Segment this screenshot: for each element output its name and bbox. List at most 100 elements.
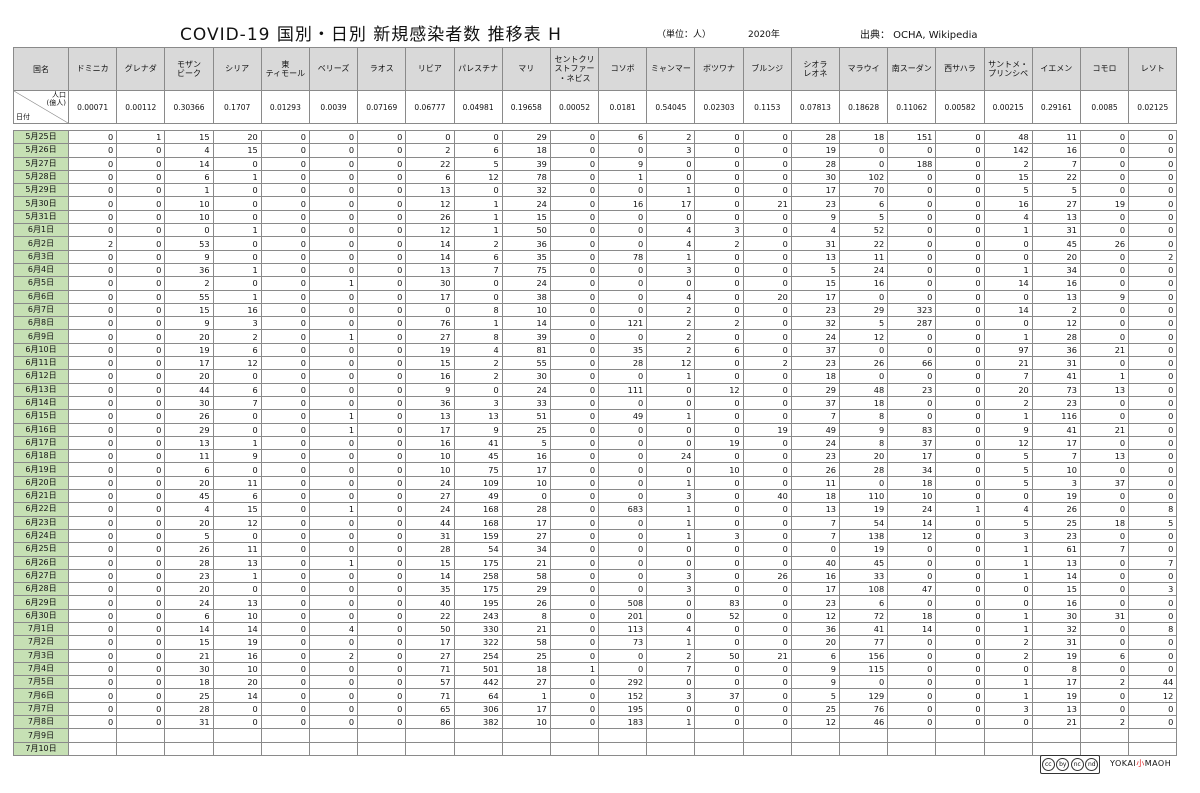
case-count-cell: 0 bbox=[67, 289, 118, 304]
case-count-cell: 0 bbox=[549, 356, 600, 371]
case-count-cell: 16 bbox=[1031, 143, 1081, 158]
case-count-cell: 53 bbox=[164, 236, 214, 251]
case-count-cell: 1 bbox=[453, 223, 503, 238]
case-count-cell: 0 bbox=[1128, 435, 1178, 451]
case-count-cell: 1 bbox=[549, 661, 600, 677]
case-count-cell: 0 bbox=[357, 528, 407, 544]
case-count-cell: 13 bbox=[1079, 382, 1130, 397]
case-count-cell bbox=[935, 728, 985, 743]
case-count-cell: 17 bbox=[501, 701, 551, 717]
case-count-cell: 25 bbox=[501, 648, 551, 663]
table-row: 6月15日 0 0 26 0 0 1 0 13 13 51 0 49 1 0 0 7 8 0 0 1 116 0 0 bbox=[13, 409, 1178, 424]
country-name-header: イエメン bbox=[1031, 47, 1081, 91]
case-count-cell: 7 bbox=[983, 369, 1033, 384]
case-count-cell: 21 bbox=[1031, 715, 1081, 730]
spacer-cell bbox=[743, 123, 792, 131]
date-cell: 5月26日 bbox=[13, 143, 69, 158]
case-count-cell: 33 bbox=[501, 395, 551, 411]
case-count-cell: 3 bbox=[212, 316, 262, 331]
case-count-cell: 4 bbox=[646, 236, 696, 251]
case-count-cell: 0 bbox=[598, 475, 648, 491]
case-count-cell: 0 bbox=[357, 449, 407, 464]
case-count-cell: 0 bbox=[1128, 342, 1178, 358]
case-count-cell: 152 bbox=[598, 688, 648, 703]
case-count-cell: 52 bbox=[838, 223, 889, 238]
case-count-cell: 0 bbox=[357, 236, 407, 251]
case-count-cell: 0 bbox=[260, 608, 310, 623]
case-count-cell: 0 bbox=[1079, 129, 1130, 145]
case-count-cell: 0 bbox=[694, 302, 744, 318]
case-count-cell: 0 bbox=[357, 502, 407, 517]
case-count-cell bbox=[549, 741, 600, 756]
case-count-cell: 0 bbox=[598, 262, 648, 278]
spacer-cell bbox=[984, 123, 1033, 131]
case-count-cell: 0 bbox=[260, 302, 310, 318]
case-count-cell: 17 bbox=[501, 515, 551, 530]
case-count-cell: 0 bbox=[1128, 528, 1178, 544]
case-count-cell: 1 bbox=[1079, 369, 1130, 384]
case-count-cell: 0 bbox=[742, 236, 792, 251]
case-count-cell: 19 bbox=[212, 635, 262, 650]
case-count-cell: 22 bbox=[838, 236, 889, 251]
case-count-cell: 2 bbox=[983, 395, 1033, 411]
date-header: 日付 bbox=[16, 113, 30, 121]
case-count-cell: 0 bbox=[887, 648, 937, 663]
case-count-cell: 1 bbox=[983, 262, 1033, 278]
case-count-cell bbox=[67, 741, 118, 756]
case-count-cell: 10 bbox=[501, 475, 551, 491]
case-count-cell: 0 bbox=[935, 675, 985, 690]
case-count-cell: 2 bbox=[646, 129, 696, 145]
case-count-cell: 1 bbox=[646, 183, 696, 198]
case-count-cell: 36 bbox=[164, 262, 214, 278]
date-cell: 6月7日 bbox=[13, 302, 69, 318]
country-name-header: 南スーダン bbox=[887, 47, 937, 91]
case-count-cell: 292 bbox=[598, 675, 648, 690]
case-count-cell: 1 bbox=[164, 183, 214, 198]
case-count-cell: 0 bbox=[260, 595, 310, 610]
case-count-cell: 0 bbox=[1079, 595, 1130, 610]
case-count-cell: 0 bbox=[357, 462, 407, 477]
country-name-header: レソト bbox=[1128, 47, 1178, 91]
case-count-cell: 0 bbox=[742, 183, 792, 198]
case-count-cell: 16 bbox=[598, 196, 648, 211]
case-count-cell bbox=[308, 741, 359, 756]
case-count-cell: 8 bbox=[1128, 621, 1178, 637]
case-count-cell: 0 bbox=[549, 568, 600, 584]
case-count-cell: 8 bbox=[501, 608, 551, 623]
case-count-cell: 15 bbox=[405, 555, 455, 570]
case-count-cell: 0 bbox=[1079, 156, 1130, 171]
case-count-cell: 0 bbox=[116, 435, 166, 451]
case-count-cell: 0 bbox=[357, 169, 407, 185]
case-count-cell: 7 bbox=[1079, 542, 1130, 557]
date-cell: 6月8日 bbox=[13, 316, 69, 331]
case-count-cell: 0 bbox=[887, 223, 937, 238]
case-count-cell: 0 bbox=[260, 369, 310, 384]
date-cell: 5月30日 bbox=[13, 196, 69, 211]
case-count-cell: 27 bbox=[501, 675, 551, 690]
case-count-cell: 1 bbox=[646, 249, 696, 264]
case-count-cell: 0 bbox=[116, 715, 166, 730]
case-count-cell: 11 bbox=[1031, 129, 1081, 145]
case-count-cell: 16 bbox=[838, 276, 889, 291]
case-count-cell: 97 bbox=[983, 342, 1033, 358]
case-count-cell: 17 bbox=[405, 635, 455, 650]
case-count-cell: 0 bbox=[1079, 701, 1130, 717]
case-count-cell: 0 bbox=[694, 143, 744, 158]
case-count-cell: 0 bbox=[1079, 316, 1130, 331]
case-count-cell: 21 bbox=[983, 356, 1033, 371]
case-count-cell: 3 bbox=[1031, 475, 1081, 491]
case-count-cell: 0 bbox=[838, 289, 889, 304]
table-row: 6月11日 0 0 17 12 0 0 0 15 2 55 0 28 12 0 2 23 26 66 0 21 31 0 0 bbox=[13, 356, 1178, 371]
case-count-cell: 0 bbox=[549, 688, 600, 703]
case-count-cell: 0 bbox=[116, 329, 166, 344]
case-count-cell: 4 bbox=[790, 223, 841, 238]
case-count-cell: 0 bbox=[935, 595, 985, 610]
case-count-cell: 0 bbox=[116, 369, 166, 384]
case-count-cell: 1 bbox=[308, 409, 359, 424]
case-count-cell: 508 bbox=[598, 595, 648, 610]
case-count-cell: 6 bbox=[212, 489, 262, 504]
case-count-cell: 0 bbox=[260, 489, 310, 504]
source-note: 出典： OCHA, Wikipedia bbox=[860, 30, 978, 41]
case-count-cell: 0 bbox=[1128, 276, 1178, 291]
country-name-header: サントメ・ プリンシペ bbox=[983, 47, 1033, 91]
